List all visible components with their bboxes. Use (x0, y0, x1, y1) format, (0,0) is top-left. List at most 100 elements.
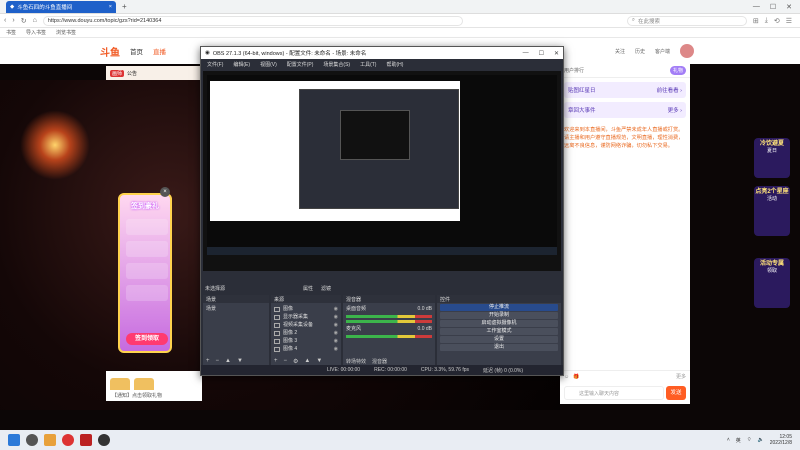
menu-file[interactable]: 文件(F) (207, 61, 223, 68)
gift-notice[interactable]: 【通知】点击领取礼物 (106, 390, 202, 400)
bookmark-item[interactable]: 浏览书签 (56, 29, 76, 36)
menu-edit[interactable]: 编辑(E) (233, 61, 250, 68)
stop-streaming-button[interactable]: 停止推流 (440, 304, 558, 311)
new-tab-button[interactable]: + (122, 2, 127, 11)
menu-help[interactable]: 帮助(H) (386, 61, 403, 68)
bookmark-item[interactable]: 书签 (6, 29, 16, 36)
close-window-icon[interactable]: ✕ (554, 50, 559, 57)
settings-button[interactable]: 设置 (440, 336, 558, 343)
eye-icon[interactable]: ◉ (334, 345, 338, 353)
douyu-logo[interactable]: 斗鱼 (100, 44, 120, 59)
start-recording-button[interactable]: 开始录制 (440, 312, 558, 319)
notice-action[interactable]: 前往看看 › (657, 86, 682, 94)
float-banner[interactable]: 冷饮避夏 夏日 (754, 138, 790, 178)
eye-icon[interactable]: ◉ (334, 313, 338, 321)
add-button[interactable]: + (274, 358, 278, 364)
volume-icon[interactable]: 🔈 (758, 437, 764, 443)
maximize-icon[interactable]: ☐ (539, 50, 544, 57)
douyu-taskbar-icon[interactable] (80, 434, 92, 446)
home-icon[interactable]: ⌂ (33, 17, 37, 24)
promo-cta-button[interactable]: 签到领取 (126, 333, 168, 345)
source-item[interactable]: 图像 4 ◉ (274, 345, 338, 353)
tab-active[interactable]: ◆ 斗鱼石四的斗鱼直播间 × (6, 0, 116, 13)
notice-card[interactable]: 章回大事件 更多 › (564, 102, 686, 118)
notice-action[interactable]: 更多 › (668, 106, 682, 114)
source-item[interactable]: 显示器采集 ◉ (274, 313, 338, 321)
user-avatar[interactable] (680, 44, 694, 58)
refresh-icon[interactable]: ↻ (21, 17, 27, 25)
scene-item[interactable]: 场景 (206, 305, 266, 313)
remove-button[interactable]: − (216, 358, 220, 364)
move-up-button[interactable]: ▲ (225, 358, 231, 364)
chat-input[interactable]: 这里输入聊天内容 (564, 386, 664, 400)
rank-label[interactable]: 用户排行 (564, 67, 584, 74)
move-down-button[interactable]: ▼ (237, 358, 243, 364)
tab-mixer[interactable]: 混音器 (372, 358, 387, 365)
search-taskbar-icon[interactable] (26, 434, 38, 446)
send-button[interactable]: 发送 (666, 386, 686, 400)
menu-icon[interactable]: ☰ (786, 17, 792, 25)
promo-close-icon[interactable]: × (160, 187, 170, 197)
settings-icon[interactable]: ⚙ (293, 358, 298, 365)
history-link[interactable]: 历史 (635, 48, 645, 55)
float-banner[interactable]: 点亮2个星座 活动 (754, 186, 790, 236)
filters-button[interactable]: 滤镜 (321, 285, 331, 292)
back-icon[interactable]: ‹ (4, 17, 6, 24)
exit-button[interactable]: 退出 (440, 344, 558, 351)
float-banner[interactable]: 活动专属 领取 (754, 258, 790, 308)
eye-icon[interactable]: ◉ (334, 321, 338, 329)
menu-view[interactable]: 视图(V) (260, 61, 277, 68)
download-icon[interactable]: ⤓ (765, 17, 768, 25)
client-link[interactable]: 客户端 (655, 48, 670, 55)
nav-home[interactable]: 首页 (130, 46, 143, 56)
ime-indicator[interactable]: 英 (736, 437, 741, 444)
eye-icon[interactable]: ◉ (334, 305, 338, 313)
streamer-notice[interactable]: 公告 (127, 70, 137, 77)
source-item[interactable]: 视频采集设备 ◉ (274, 321, 338, 329)
move-up-button[interactable]: ▲ (304, 358, 310, 364)
start-icon[interactable] (8, 434, 20, 446)
maximize-icon[interactable]: ☐ (770, 3, 776, 11)
eye-icon[interactable]: ◉ (334, 329, 338, 337)
menu-tools[interactable]: 工具(T) (360, 61, 376, 68)
menu-scene-collection[interactable]: 场景集合(S) (323, 61, 350, 68)
forward-icon[interactable]: › (12, 17, 14, 24)
extension-icon[interactable]: ⊞ (753, 17, 759, 25)
bookmark-item[interactable]: 导入书签 (26, 29, 46, 36)
move-down-button[interactable]: ▼ (316, 358, 322, 364)
properties-button[interactable]: 属性 (303, 285, 313, 292)
minimize-icon[interactable]: — (523, 50, 529, 57)
close-window-icon[interactable]: ✕ (786, 3, 792, 11)
search-input[interactable]: ⌕ 在此搜索 (626, 15, 747, 26)
remove-button[interactable]: − (284, 358, 288, 364)
emoji-icon[interactable]: ☺ (564, 374, 569, 380)
tab-transitions[interactable]: 转场特效 (346, 358, 366, 365)
clock[interactable]: 12:05 2022/12/8 (770, 434, 792, 446)
source-item[interactable]: 图像 ◉ (274, 305, 338, 313)
menu-profile[interactable]: 配置文件(P) (287, 61, 314, 68)
browser-taskbar-icon[interactable] (62, 434, 74, 446)
obs-preview[interactable] (203, 71, 561, 271)
add-button[interactable]: + (206, 358, 210, 364)
url-field[interactable]: https://www.douyu.com/topic/gzs?rid=2140… (42, 15, 463, 26)
notice-card[interactable]: 贴图红星日 前往看看 › (564, 82, 686, 98)
source-item[interactable]: 图像 2 ◉ (274, 329, 338, 337)
checkin-promo[interactable]: 签到豪礼 签到领取 (118, 193, 172, 353)
source-item[interactable]: 图像 3 ◉ (274, 337, 338, 345)
follow-link[interactable]: 关注 (615, 48, 625, 55)
file-explorer-icon[interactable] (44, 434, 56, 446)
gift-icon[interactable]: 🎁 (573, 374, 579, 380)
obs-window[interactable]: ◉ OBS 27.1.3 (64-bit, windows) - 配置文件: 未… (200, 46, 564, 376)
tray-chevron-icon[interactable]: ˄ (727, 437, 730, 443)
studio-mode-button[interactable]: 工作室模式 (440, 328, 558, 335)
virtual-camera-button[interactable]: 启动虚拟摄像机 (440, 320, 558, 327)
minimize-icon[interactable]: — (753, 3, 760, 11)
eye-icon[interactable]: ◉ (334, 337, 338, 345)
history-icon[interactable]: ⟲ (774, 17, 780, 25)
nav-live[interactable]: 直播 (153, 46, 166, 56)
network-icon[interactable]: ⌔ (747, 437, 752, 443)
more-link[interactable]: 更多 (676, 373, 686, 380)
obs-taskbar-icon[interactable] (98, 434, 110, 446)
gift-button[interactable]: 礼物 (669, 66, 686, 75)
obs-titlebar[interactable]: ◉ OBS 27.1.3 (64-bit, windows) - 配置文件: 未… (201, 47, 563, 59)
